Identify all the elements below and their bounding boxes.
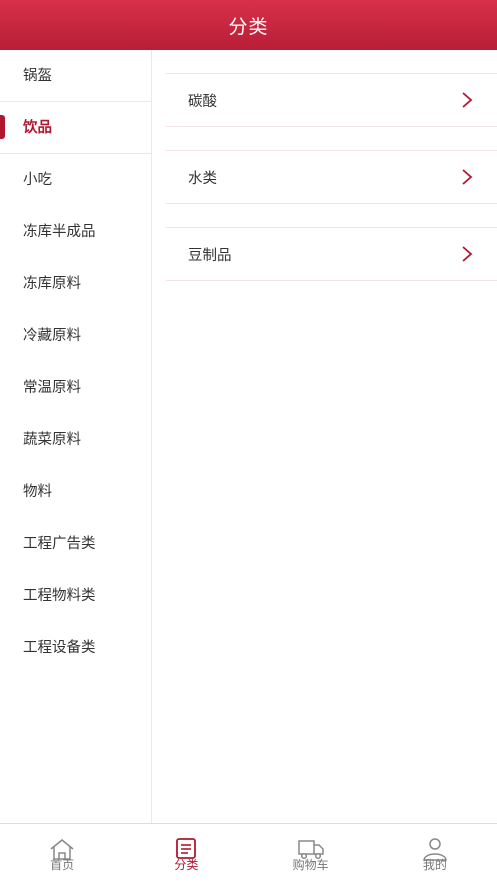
subcategory-label: 碳酸 xyxy=(188,93,217,110)
chevron-right-icon xyxy=(462,92,473,108)
sidebar-item-label: 小吃 xyxy=(23,172,52,188)
sidebar-item-eng-supplies[interactable]: 工程物料类 xyxy=(0,570,151,622)
chevron-right-icon xyxy=(462,169,473,185)
active-indicator xyxy=(0,115,5,139)
subcategory-water[interactable]: 水类 xyxy=(166,150,497,204)
sidebar-item-label: 饮品 xyxy=(23,120,52,136)
sidebar-item-guokui[interactable]: 锅盔 xyxy=(0,50,151,102)
tab-mine[interactable]: 我的 xyxy=(373,824,497,884)
tab-home[interactable]: 首页 xyxy=(0,824,124,884)
tab-category[interactable]: 分类 xyxy=(124,824,248,884)
tab-label: 购物车 xyxy=(292,858,329,872)
sidebar-item-label: 工程广告类 xyxy=(23,536,96,552)
tab-label: 分类 xyxy=(174,858,199,872)
sidebar-item-ambient-raw[interactable]: 常温原料 xyxy=(0,362,151,414)
sidebar-item-eng-ads[interactable]: 工程广告类 xyxy=(0,518,151,570)
sidebar-item-label: 冻库半成品 xyxy=(23,224,96,240)
category-sidebar: 锅盔 饮品 小吃 冻库半成品 冻库原料 冷藏原料 常温原料 蔬菜原料 物料 工程… xyxy=(0,50,152,823)
top-header: 分类 xyxy=(0,0,497,50)
sidebar-item-label: 冷藏原料 xyxy=(23,328,81,344)
tab-cart[interactable]: 购物车 xyxy=(249,824,373,884)
sidebar-item-label: 冻库原料 xyxy=(23,276,81,292)
sidebar-item-label: 工程设备类 xyxy=(23,640,96,656)
subcategory-carbonated[interactable]: 碳酸 xyxy=(166,73,497,127)
page-title: 分类 xyxy=(228,15,269,38)
sidebar-item-snacks[interactable]: 小吃 xyxy=(0,154,151,206)
bottom-tab-bar: 首页 分类 购物车 我的 xyxy=(0,823,497,884)
sidebar-item-vegetable-raw[interactable]: 蔬菜原料 xyxy=(0,414,151,466)
sidebar-item-label: 物料 xyxy=(23,484,52,500)
sidebar-item-label: 锅盔 xyxy=(23,68,52,84)
chevron-right-icon xyxy=(462,246,473,262)
subcategory-panel: 碳酸 水类 豆制品 xyxy=(152,50,497,823)
tab-label: 首页 xyxy=(50,858,75,872)
tab-label: 我的 xyxy=(422,858,447,872)
sidebar-item-eng-equipment[interactable]: 工程设备类 xyxy=(0,622,151,674)
sidebar-item-label: 工程物料类 xyxy=(23,588,96,604)
sidebar-item-label: 常温原料 xyxy=(23,380,81,396)
subcategory-soy[interactable]: 豆制品 xyxy=(166,227,497,281)
sidebar-item-supplies[interactable]: 物料 xyxy=(0,466,151,518)
sidebar-item-chilled-raw[interactable]: 冷藏原料 xyxy=(0,310,151,362)
sidebar-item-drinks[interactable]: 饮品 xyxy=(0,102,151,154)
subcategory-label: 豆制品 xyxy=(188,247,232,264)
sidebar-item-frozen-semi[interactable]: 冻库半成品 xyxy=(0,206,151,258)
sidebar-item-label: 蔬菜原料 xyxy=(23,432,81,448)
sidebar-item-frozen-raw[interactable]: 冻库原料 xyxy=(0,258,151,310)
subcategory-label: 水类 xyxy=(188,170,217,187)
